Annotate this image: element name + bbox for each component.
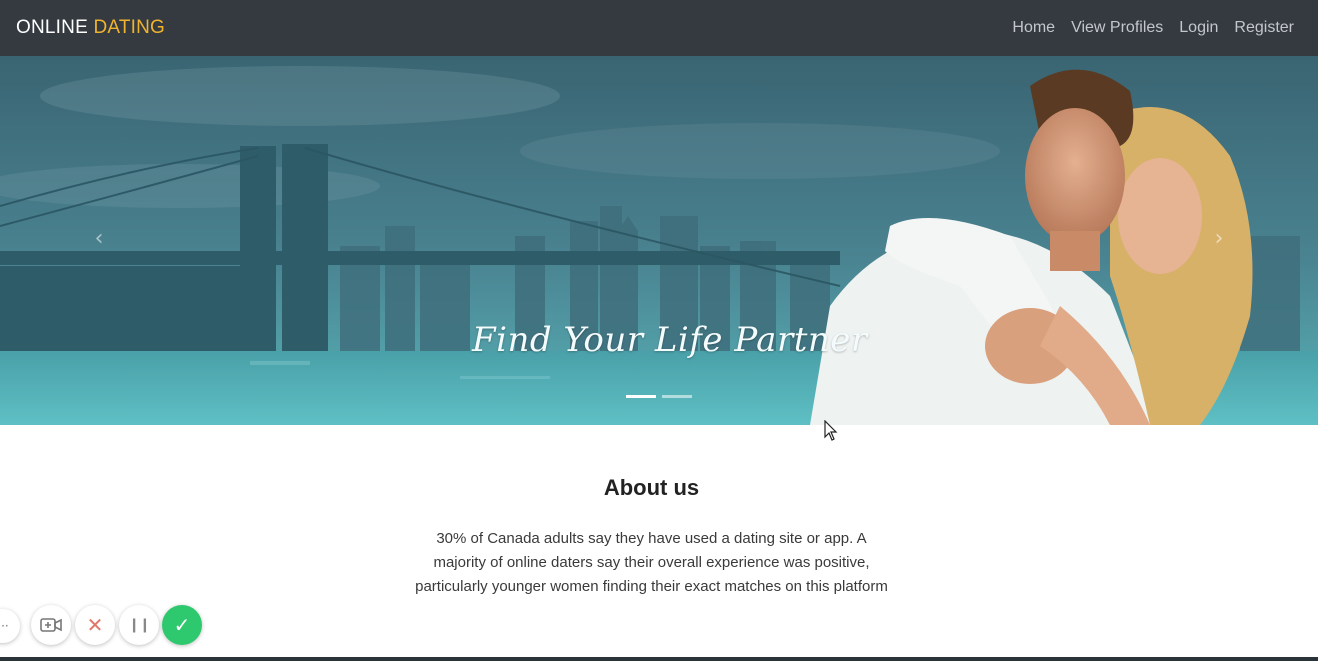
brand-accent: DATING [93,17,166,38]
about-text: 30% of Canada adults say they have used … [415,530,888,595]
hero-caption: Find Your Life Partner [472,320,868,360]
brand-logo[interactable]: ONLINE DATING [16,17,165,39]
nav-login[interactable]: Login [1171,19,1226,37]
chevron-right-icon: › [1214,226,1224,251]
close-icon: ✕ [86,613,104,637]
hero-image [0,56,1318,425]
camera-button[interactable] [31,605,71,645]
mouse-cursor-icon [824,420,838,441]
bottom-edge-bar [0,657,1318,661]
more-icon: ··· [0,619,9,633]
brand-primary: ONLINE [16,17,88,38]
hero-carousel: ‹ › Find Your Life Partner [0,56,1318,425]
discard-recording-button[interactable]: ✕ [75,605,115,645]
carousel-indicators [626,395,692,398]
camera-icon [40,618,62,632]
carousel-indicator-1[interactable] [626,395,656,398]
nav-home[interactable]: Home [1004,19,1063,37]
finish-recording-button[interactable]: ✓ [162,605,202,645]
chevron-left-icon: ‹ [94,226,104,251]
carousel-indicator-2[interactable] [662,395,692,398]
nav-links: Home View Profiles Login Register [1004,19,1302,37]
nav-view-profiles[interactable]: View Profiles [1063,19,1171,37]
pause-recording-button[interactable]: ❙❙ [119,605,159,645]
nav-register[interactable]: Register [1226,19,1302,37]
check-icon: ✓ [173,613,191,637]
carousel-next-button[interactable]: › [1204,226,1234,251]
pause-icon: ❙❙ [128,617,150,633]
navbar: ONLINE DATING Home View Profiles Login R… [0,0,1318,56]
about-title: About us [603,475,700,500]
carousel-prev-button[interactable]: ‹ [84,226,114,251]
